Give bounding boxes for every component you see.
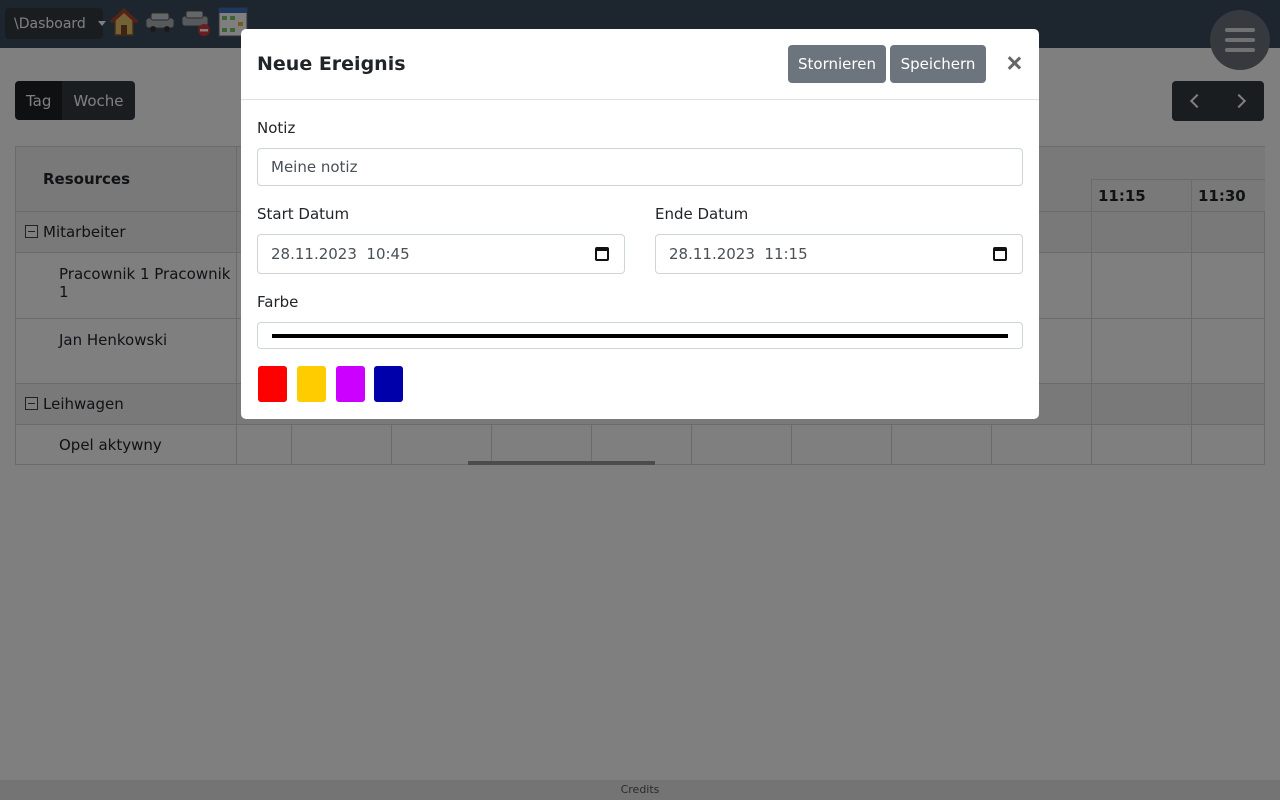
color-swatch-red[interactable] [258,366,287,402]
save-button[interactable]: Speichern [890,45,986,83]
close-icon[interactable] [1005,54,1023,72]
start-date-value: 28.11.2023 10:45 [271,245,410,263]
color-swatch-purple[interactable] [336,366,365,402]
selected-color-bar [272,334,1008,338]
color-swatch-blue[interactable] [374,366,403,402]
calendar-picker-icon[interactable] [595,247,609,261]
note-value: Meine notiz [271,158,358,176]
cancel-button[interactable]: Stornieren [788,45,886,83]
new-event-dialog: Neue Ereignis Stornieren Speichern Notiz… [241,29,1039,419]
dialog-header: Neue Ereignis Stornieren Speichern [241,29,1039,100]
note-input[interactable]: Meine notiz [257,148,1023,186]
calendar-picker-icon[interactable] [993,247,1007,261]
end-date-value: 28.11.2023 11:15 [669,245,808,263]
color-swatch-yellow[interactable] [297,366,326,402]
color-label: Farbe [257,293,299,311]
end-date-label: Ende Datum [655,205,749,223]
start-date-input[interactable]: 28.11.2023 10:45 [257,234,625,274]
note-label: Notiz [257,119,296,137]
start-date-label: Start Datum [257,205,350,223]
dialog-title: Neue Ereignis [257,53,406,75]
color-picker-input[interactable] [257,322,1023,349]
end-date-input[interactable]: 28.11.2023 11:15 [655,234,1023,274]
